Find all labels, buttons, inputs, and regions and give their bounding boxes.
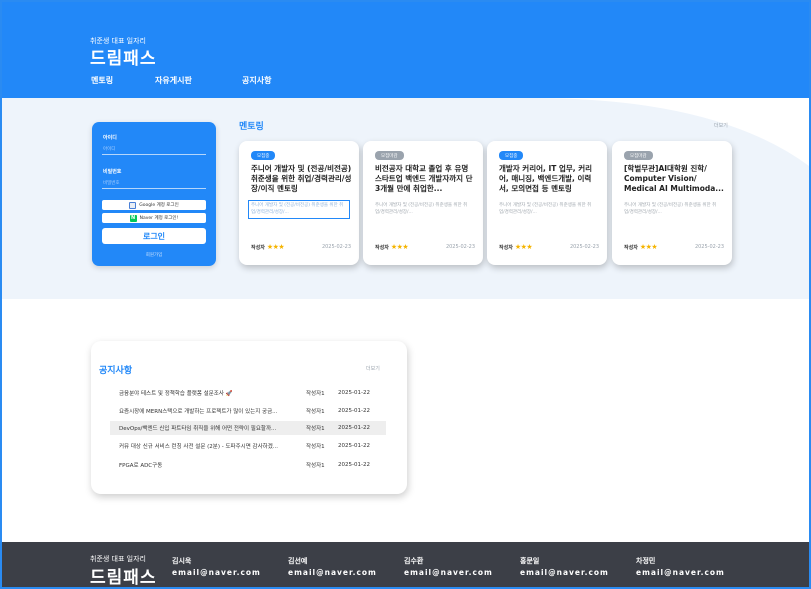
naver-icon: N (129, 214, 137, 222)
team-member: 김수환 email@naver.com (404, 556, 493, 577)
login-card: 아이디 아이디 비밀번호 비밀번호 Google 계정 로그인 N Naver … (92, 122, 216, 266)
password-input-underline (102, 188, 206, 189)
member-name: 홍문일 (520, 557, 540, 565)
page-frame: 취준생 대표 일자리 드림패스 멘토링 자유게시판 공지사항 아이디 아이디 비… (0, 0, 811, 589)
password-label: 비밀번호 (103, 169, 122, 175)
star-rating-icon: ★★★ (390, 243, 409, 251)
mentoring-section-title: 멘토링 (239, 122, 264, 132)
card-date: 2025-02-23 (321, 244, 351, 250)
status-badge: 모집마감 (375, 151, 404, 160)
mentoring-card[interactable]: 모집마감 [학벌무관]AI대학원 진학/ Computer Vision/ Me… (612, 141, 732, 265)
notice-date: 2025-01-22 (338, 462, 370, 468)
notice-more-link[interactable]: 더보기 (366, 365, 380, 372)
status-badge: 모집중 (251, 151, 276, 160)
status-badge: 모집중 (499, 151, 524, 160)
card-description: 주니어 개발자 및 (전공/비전공) 취준생을 위한 취업/경력관리/성장/..… (624, 203, 717, 215)
member-name: 김선예 (288, 557, 308, 565)
notice-card: 공지사항 더보기 금융분야 테스트 및 정책학습 플랫폼 설문조사 🚀 작성자1… (91, 341, 407, 494)
site-footer: 취준생 대표 일자리 드림패스 김시욱 email@naver.com 김선예 … (2, 542, 809, 587)
notice-author: 작성자1 (306, 463, 325, 469)
team-member: 홍문일 email@naver.com (520, 556, 609, 577)
member-name: 차정민 (636, 557, 656, 565)
brand-logo[interactable]: 드림패스 (90, 44, 157, 69)
card-title: 주니어 개발자 및 (전공/비전공) 취준생을 위한 취업/경력관리/성장/이직… (251, 164, 352, 193)
member-email: email@naver.com (636, 568, 725, 577)
card-author: 작성자 (251, 244, 265, 251)
card-author: 작성자 (375, 244, 389, 251)
notice-title: 금융분야 테스트 및 정책학습 플랫폼 설문조사 🚀 (119, 391, 233, 397)
notice-title: 요즘시장에 MERN스택으로 개발하는 프로젝트가 많이 있는지 궁금... (119, 409, 278, 415)
google-login-label: Google 계정 로그인 (139, 203, 179, 208)
id-input[interactable]: 아이디 (103, 146, 115, 152)
mentoring-card[interactable]: 모집중 개발자 커리어, IT 업무, 커리어, 매니징, 백엔드개발, 이력서… (487, 141, 607, 265)
card-footer: 작성자 ★★★ 2025-02-23 (251, 243, 351, 251)
member-email: email@naver.com (172, 568, 261, 577)
team-member: 김시욱 email@naver.com (172, 556, 261, 577)
card-title: 비전공자 대학교 졸업 후 유명 스타트업 백엔드 개발자까지 단 3개월 만에… (375, 164, 473, 193)
notice-date: 2025-01-22 (338, 443, 370, 449)
card-footer: 작성자 ★★★ 2025-02-23 (624, 243, 724, 251)
notice-author: 작성자1 (306, 426, 325, 432)
card-author: 작성자 (624, 244, 638, 251)
notice-date: 2025-01-22 (338, 408, 370, 414)
card-description: 주니어 개발자 및 (전공/비전공) 취준생을 위한 취업/경력관리/성장/..… (499, 203, 592, 215)
signup-link[interactable]: 회원가입 (92, 252, 216, 258)
id-input-underline (102, 154, 206, 155)
footer-brand-logo: 드림패스 (90, 568, 157, 588)
status-badge: 모집마감 (624, 151, 653, 160)
password-input[interactable]: 비밀번호 (103, 180, 120, 186)
card-date: 2025-02-23 (569, 244, 599, 250)
notice-section-title: 공지사항 (99, 366, 133, 376)
member-name: 김시욱 (172, 557, 192, 565)
notice-row-hovered[interactable]: DevOps/백엔드 신입 파트타임 취직을 위해 어떤 전략이 필요할까...… (110, 421, 386, 435)
star-rating-icon: ★★★ (514, 243, 533, 251)
member-email: email@naver.com (520, 568, 609, 577)
card-title: 개발자 커리어, IT 업무, 커리어, 매니징, 백엔드개발, 이력서, 모의… (499, 164, 593, 193)
notice-row[interactable]: FPGA로 ADC구동 작성자1 2025-01-22 (110, 458, 386, 472)
card-author: 작성자 (499, 244, 513, 251)
notice-date: 2025-01-22 (338, 425, 370, 431)
team-member: 김선예 email@naver.com (288, 556, 377, 577)
member-email: email@naver.com (288, 568, 377, 577)
card-description: 주니어 개발자 및 (전공/비전공) 취준생을 위한 취업/경력관리/성장/..… (248, 200, 350, 219)
mentoring-card[interactable]: 모집마감 비전공자 대학교 졸업 후 유명 스타트업 백엔드 개발자까지 단 3… (363, 141, 483, 265)
member-email: email@naver.com (404, 568, 493, 577)
id-label: 아이디 (103, 135, 117, 141)
notice-title: 커뮤 대상 신규 서비스 런칭 사전 설문 (2분) - 도파주시면 감사하겠.… (119, 444, 279, 450)
notice-row[interactable]: 요즘시장에 MERN스택으로 개발하는 프로젝트가 많이 있는지 궁금... 작… (110, 404, 386, 418)
card-date: 2025-02-23 (445, 244, 475, 250)
notice-title: FPGA로 ADC구동 (119, 463, 163, 469)
mentoring-card[interactable]: 모집중 주니어 개발자 및 (전공/비전공) 취준생을 위한 취업/경력관리/성… (239, 141, 359, 265)
notice-author: 작성자1 (306, 444, 325, 450)
naver-login-label: Naver 계정 로그인! (139, 216, 179, 221)
team-member: 차정민 email@naver.com (636, 556, 725, 577)
notice-date: 2025-01-22 (338, 390, 370, 396)
star-rating-icon: ★★★ (266, 243, 285, 251)
card-description: 주니어 개발자 및 (전공/비전공) 취준생을 위한 취업/경력관리/성장/..… (375, 203, 468, 215)
mentoring-more-link[interactable]: 더보기 (714, 122, 728, 129)
notice-row[interactable]: 금융분야 테스트 및 정책학습 플랫폼 설문조사 🚀 작성자1 2025-01-… (110, 386, 386, 400)
google-icon (129, 201, 137, 209)
member-name: 김수환 (404, 557, 424, 565)
nav-free-board[interactable]: 자유게시판 (155, 75, 192, 86)
card-date: 2025-02-23 (694, 244, 724, 250)
card-title: [학벌무관]AI대학원 진학/ Computer Vision/ Medical… (624, 164, 724, 193)
star-rating-icon: ★★★ (639, 243, 658, 251)
nav-mentoring[interactable]: 멘토링 (91, 75, 113, 86)
login-button[interactable]: 로그인 (102, 228, 206, 244)
card-footer: 작성자 ★★★ 2025-02-23 (499, 243, 599, 251)
nav-notices[interactable]: 공지사항 (242, 75, 271, 86)
google-login-button[interactable]: Google 계정 로그인 (102, 200, 206, 210)
notice-author: 작성자1 (306, 409, 325, 415)
notice-row[interactable]: 커뮤 대상 신규 서비스 런칭 사전 설문 (2분) - 도파주시면 감사하겠.… (110, 439, 386, 453)
site-header: 취준생 대표 일자리 드림패스 멘토링 자유게시판 공지사항 (2, 2, 809, 98)
card-footer: 작성자 ★★★ 2025-02-23 (375, 243, 475, 251)
notice-author: 작성자1 (306, 391, 325, 397)
notice-title: DevOps/백엔드 신입 파트타임 취직을 위해 어떤 전략이 필요할까... (119, 426, 277, 432)
naver-login-button[interactable]: N Naver 계정 로그인! (102, 213, 206, 223)
